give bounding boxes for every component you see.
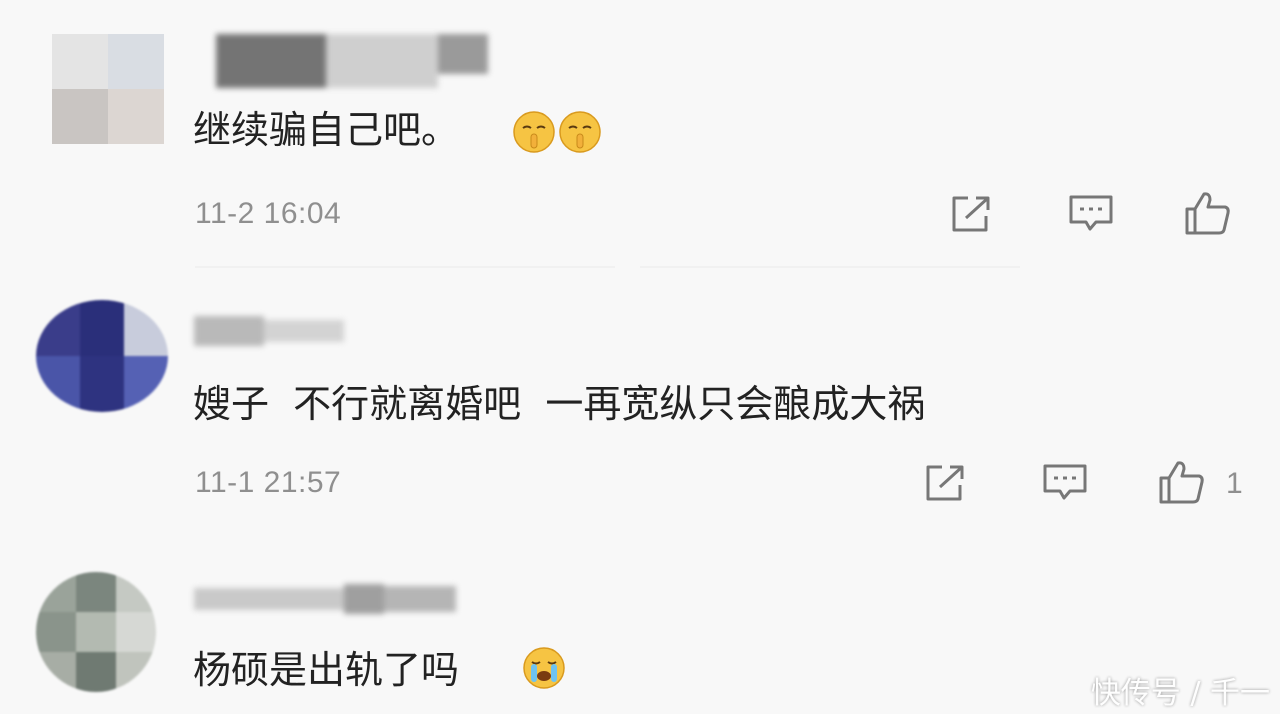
like-button[interactable] xyxy=(1184,190,1232,236)
comment-text: 继续骗自己吧。 xyxy=(193,108,460,152)
reply-button[interactable] xyxy=(1042,463,1088,503)
avatar[interactable] xyxy=(52,34,164,144)
like-count: 1 xyxy=(1226,467,1243,500)
crying-face-emoji xyxy=(523,647,565,689)
username[interactable] xyxy=(216,34,488,88)
comment-icon xyxy=(1043,464,1087,500)
shush-face-emoji xyxy=(513,111,555,153)
avatar[interactable] xyxy=(36,572,156,692)
reply-button[interactable] xyxy=(1068,194,1114,234)
divider xyxy=(195,266,615,268)
watermark: 快传号 / 千一 xyxy=(1090,676,1270,711)
share-icon xyxy=(952,196,990,232)
comment-item: 继续骗自己吧。 11-2 16:04 xyxy=(0,0,1280,270)
username[interactable] xyxy=(194,312,344,348)
share-button[interactable] xyxy=(950,194,994,234)
divider xyxy=(640,266,1020,268)
like-button[interactable] xyxy=(1158,459,1206,505)
thumbs-up-icon xyxy=(1185,192,1230,235)
comment-time: 11-2 16:04 xyxy=(195,197,342,230)
shush-face-emoji xyxy=(559,111,601,153)
comment-text: 杨硕是出轨了吗 xyxy=(193,648,460,692)
comment-icon xyxy=(1069,195,1113,231)
comment-text: 嫂子 不行就离婚吧 一再宽纵只会酿成大祸 xyxy=(193,382,926,426)
username[interactable] xyxy=(194,582,456,616)
comment-time: 11-1 21:57 xyxy=(195,466,342,499)
share-icon xyxy=(926,465,964,501)
share-button[interactable] xyxy=(924,463,968,503)
avatar[interactable] xyxy=(36,300,168,412)
thumbs-up-icon xyxy=(1159,461,1204,504)
